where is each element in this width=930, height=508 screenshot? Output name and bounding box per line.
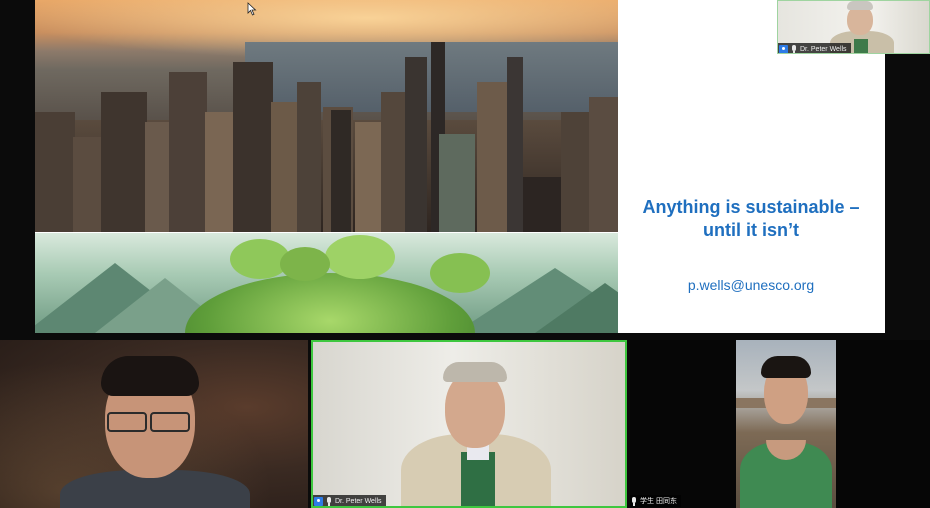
participant-camera-feed	[736, 340, 836, 508]
green-earth-trees-photo	[35, 233, 618, 333]
thumbnail-participant-name: Dr. Peter Wells	[800, 45, 847, 53]
mic-icon	[791, 44, 797, 53]
glasses	[107, 412, 147, 432]
right-participant-name-tag: 学生 田同东	[630, 495, 681, 507]
participant-video-tile-right[interactable]: 学生 田同东	[630, 340, 930, 508]
host-badge-icon	[779, 44, 788, 53]
mic-icon	[326, 496, 332, 506]
shared-presentation-slide: Anything is sustainable – until it isn’t…	[35, 0, 885, 333]
host-badge-icon	[314, 496, 323, 506]
speaker-participant-name: Dr. Peter Wells	[335, 497, 382, 505]
slide-contact-email: p.wells@unesco.org	[687, 277, 815, 293]
slide-title: Anything is sustainable – until it isn’t	[631, 196, 871, 242]
right-participant-name: 学生 田同东	[640, 498, 677, 505]
slide-title-line-2: until it isn’t	[703, 220, 799, 240]
mouse-cursor-icon	[247, 2, 257, 16]
thumbnail-name-tag: Dr. Peter Wells	[778, 43, 851, 53]
mic-icon	[631, 496, 637, 506]
slide-title-line-1: Anything is sustainable –	[642, 197, 860, 217]
city-skyline-photo	[35, 0, 618, 232]
participant-video-thumbnail[interactable]: Dr. Peter Wells	[777, 0, 930, 54]
participant-video-tile-active-speaker[interactable]: Dr. Peter Wells	[311, 340, 627, 508]
speaker-name-tag: Dr. Peter Wells	[313, 495, 386, 506]
participant-video-tile-left[interactable]	[0, 340, 308, 508]
